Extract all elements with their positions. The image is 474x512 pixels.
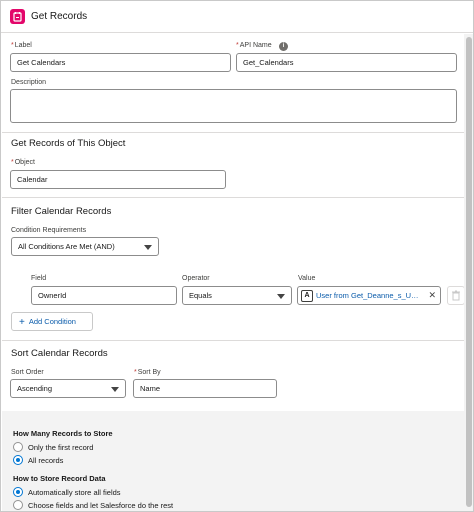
object-input[interactable]: Calendar [10,170,226,189]
radio-choose-fields[interactable] [13,500,23,510]
field-column-label: Field [31,275,47,282]
object-field-label: *Object [11,159,35,166]
radio-auto-store-label: Automatically store all fields [28,488,121,497]
filter-field-input[interactable]: OwnerId [31,286,177,305]
filter-section-title: Filter Calendar Records [11,206,112,217]
description-label: Description [11,79,47,86]
chevron-down-icon [277,294,285,299]
text-resource-icon: A [301,290,313,302]
filter-value-pill[interactable]: A User from Get_Deanne_s_User... ✕ [297,286,441,305]
object-section-title: Get Records of This Object [11,138,126,149]
radio-first-record[interactable] [13,442,23,452]
sort-order-select[interactable]: Ascending [10,379,126,398]
section-divider [2,340,464,341]
get-records-icon [10,9,25,24]
editor-header: Get Records [1,1,473,33]
scrollbar-thumb[interactable] [466,37,472,507]
chevron-down-icon [111,387,119,392]
delete-condition-button[interactable] [447,286,465,305]
editor-title: Get Records [31,11,88,22]
radio-auto-store[interactable] [13,487,23,497]
radio-first-record-label: Only the first record [28,443,94,452]
trash-icon [452,290,460,301]
chevron-down-icon [144,245,152,250]
section-divider [2,132,464,133]
radio-all-records-label: All records [28,456,64,465]
sort-by-label: *Sort By [134,369,161,376]
label-input[interactable]: Get Calendars [10,53,231,72]
sort-section-title: Sort Calendar Records [11,348,108,359]
label-field-label: *Label [11,42,32,49]
how-many-title: How Many Records to Store [13,429,113,438]
filter-value-text: User from Get_Deanne_s_User... [316,291,422,300]
filter-operator-select[interactable]: Equals [182,286,292,305]
api-name-input[interactable]: Get_Calendars [236,53,457,72]
api-name-field-label: *API Name [236,42,272,49]
condition-requirements-label: Condition Requirements [11,227,87,234]
info-icon[interactable]: i [279,42,288,51]
value-column-label: Value [298,275,316,282]
add-condition-button[interactable]: + Add Condition [11,312,93,331]
description-textarea[interactable] [10,89,457,123]
section-divider [2,197,464,198]
get-records-editor: Get Records *Label Get Calendars *API Na… [0,0,474,512]
how-store-title: How to Store Record Data [13,474,106,483]
operator-column-label: Operator [182,275,210,282]
condition-requirements-select[interactable]: All Conditions Are Met (AND) [11,237,159,256]
sort-by-input[interactable]: Name [133,379,277,398]
radio-all-records[interactable] [13,455,23,465]
close-icon[interactable]: ✕ [428,287,436,304]
plus-icon: + [19,317,25,328]
sort-order-label: Sort Order [11,369,44,376]
radio-choose-fields-label: Choose fields and let Salesforce do the … [28,501,174,510]
